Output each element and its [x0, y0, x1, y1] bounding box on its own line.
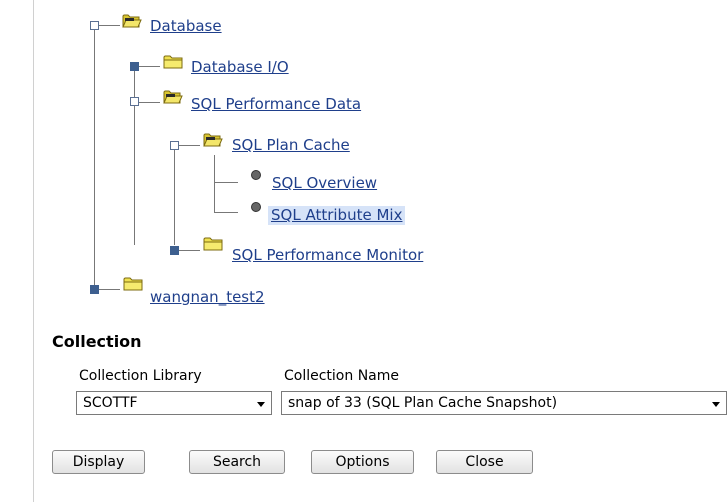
folder-icon	[123, 277, 143, 291]
collection-library-value: SCOTTF	[83, 395, 138, 411]
expand-toggle-sql-performance-monitor[interactable]	[170, 246, 179, 255]
close-button[interactable]: Close	[436, 450, 533, 474]
collection-library-select[interactable]: SCOTTF	[76, 391, 272, 415]
left-border	[33, 0, 34, 502]
tree-line	[139, 102, 160, 103]
collection-name-select[interactable]: snap of 33 (SQL Plan Cache Snapshot)	[281, 391, 727, 415]
expand-toggle-wangnan-test2[interactable]	[90, 285, 99, 294]
tree-item-sql-plan-cache[interactable]: SQL Plan Cache	[232, 136, 350, 155]
tree-line	[214, 182, 238, 183]
tree-line	[99, 289, 120, 290]
folder-icon	[163, 55, 183, 69]
tree-line	[94, 26, 95, 288]
leaf-bullet-icon	[251, 202, 261, 212]
leaf-bullet-icon	[251, 170, 261, 180]
collapse-toggle-database[interactable]	[90, 21, 99, 30]
tree-line	[214, 155, 215, 212]
dropdown-arrow-icon	[712, 402, 720, 407]
tree-line	[214, 212, 238, 213]
tree-item-database-io[interactable]: Database I/O	[191, 58, 289, 77]
open-folder-icon	[163, 90, 183, 104]
tree-line	[99, 25, 120, 26]
expand-toggle-database-io[interactable]	[130, 62, 139, 71]
open-folder-icon	[203, 133, 223, 147]
tree-line	[174, 150, 175, 245]
tree-item-sql-overview[interactable]: SQL Overview	[272, 174, 377, 193]
tree-item-sql-performance-data[interactable]: SQL Performance Data	[191, 95, 361, 114]
folder-icon	[203, 237, 223, 251]
collection-heading: Collection	[52, 332, 142, 351]
tree-item-wangnan-test2[interactable]: wangnan_test2	[150, 288, 265, 307]
collection-name-label: Collection Name	[284, 368, 400, 384]
options-button[interactable]: Options	[311, 450, 414, 474]
tree-item-database[interactable]: Database	[150, 17, 222, 36]
collapse-toggle-sql-plan-cache[interactable]	[170, 141, 179, 150]
tree-line	[179, 145, 200, 146]
open-folder-icon	[122, 14, 142, 28]
tree-line	[139, 66, 160, 67]
display-button[interactable]: Display	[52, 450, 145, 474]
tree-item-sql-performance-monitor[interactable]: SQL Performance Monitor	[232, 246, 423, 265]
dropdown-arrow-icon	[257, 402, 265, 407]
search-button[interactable]: Search	[189, 450, 285, 474]
tree-item-sql-attribute-mix[interactable]: SQL Attribute Mix	[268, 206, 406, 225]
collection-library-label: Collection Library	[79, 368, 202, 384]
collapse-toggle-sql-performance-data[interactable]	[130, 97, 139, 106]
tree-line	[179, 250, 200, 251]
collection-name-value: snap of 33 (SQL Plan Cache Snapshot)	[288, 395, 558, 411]
